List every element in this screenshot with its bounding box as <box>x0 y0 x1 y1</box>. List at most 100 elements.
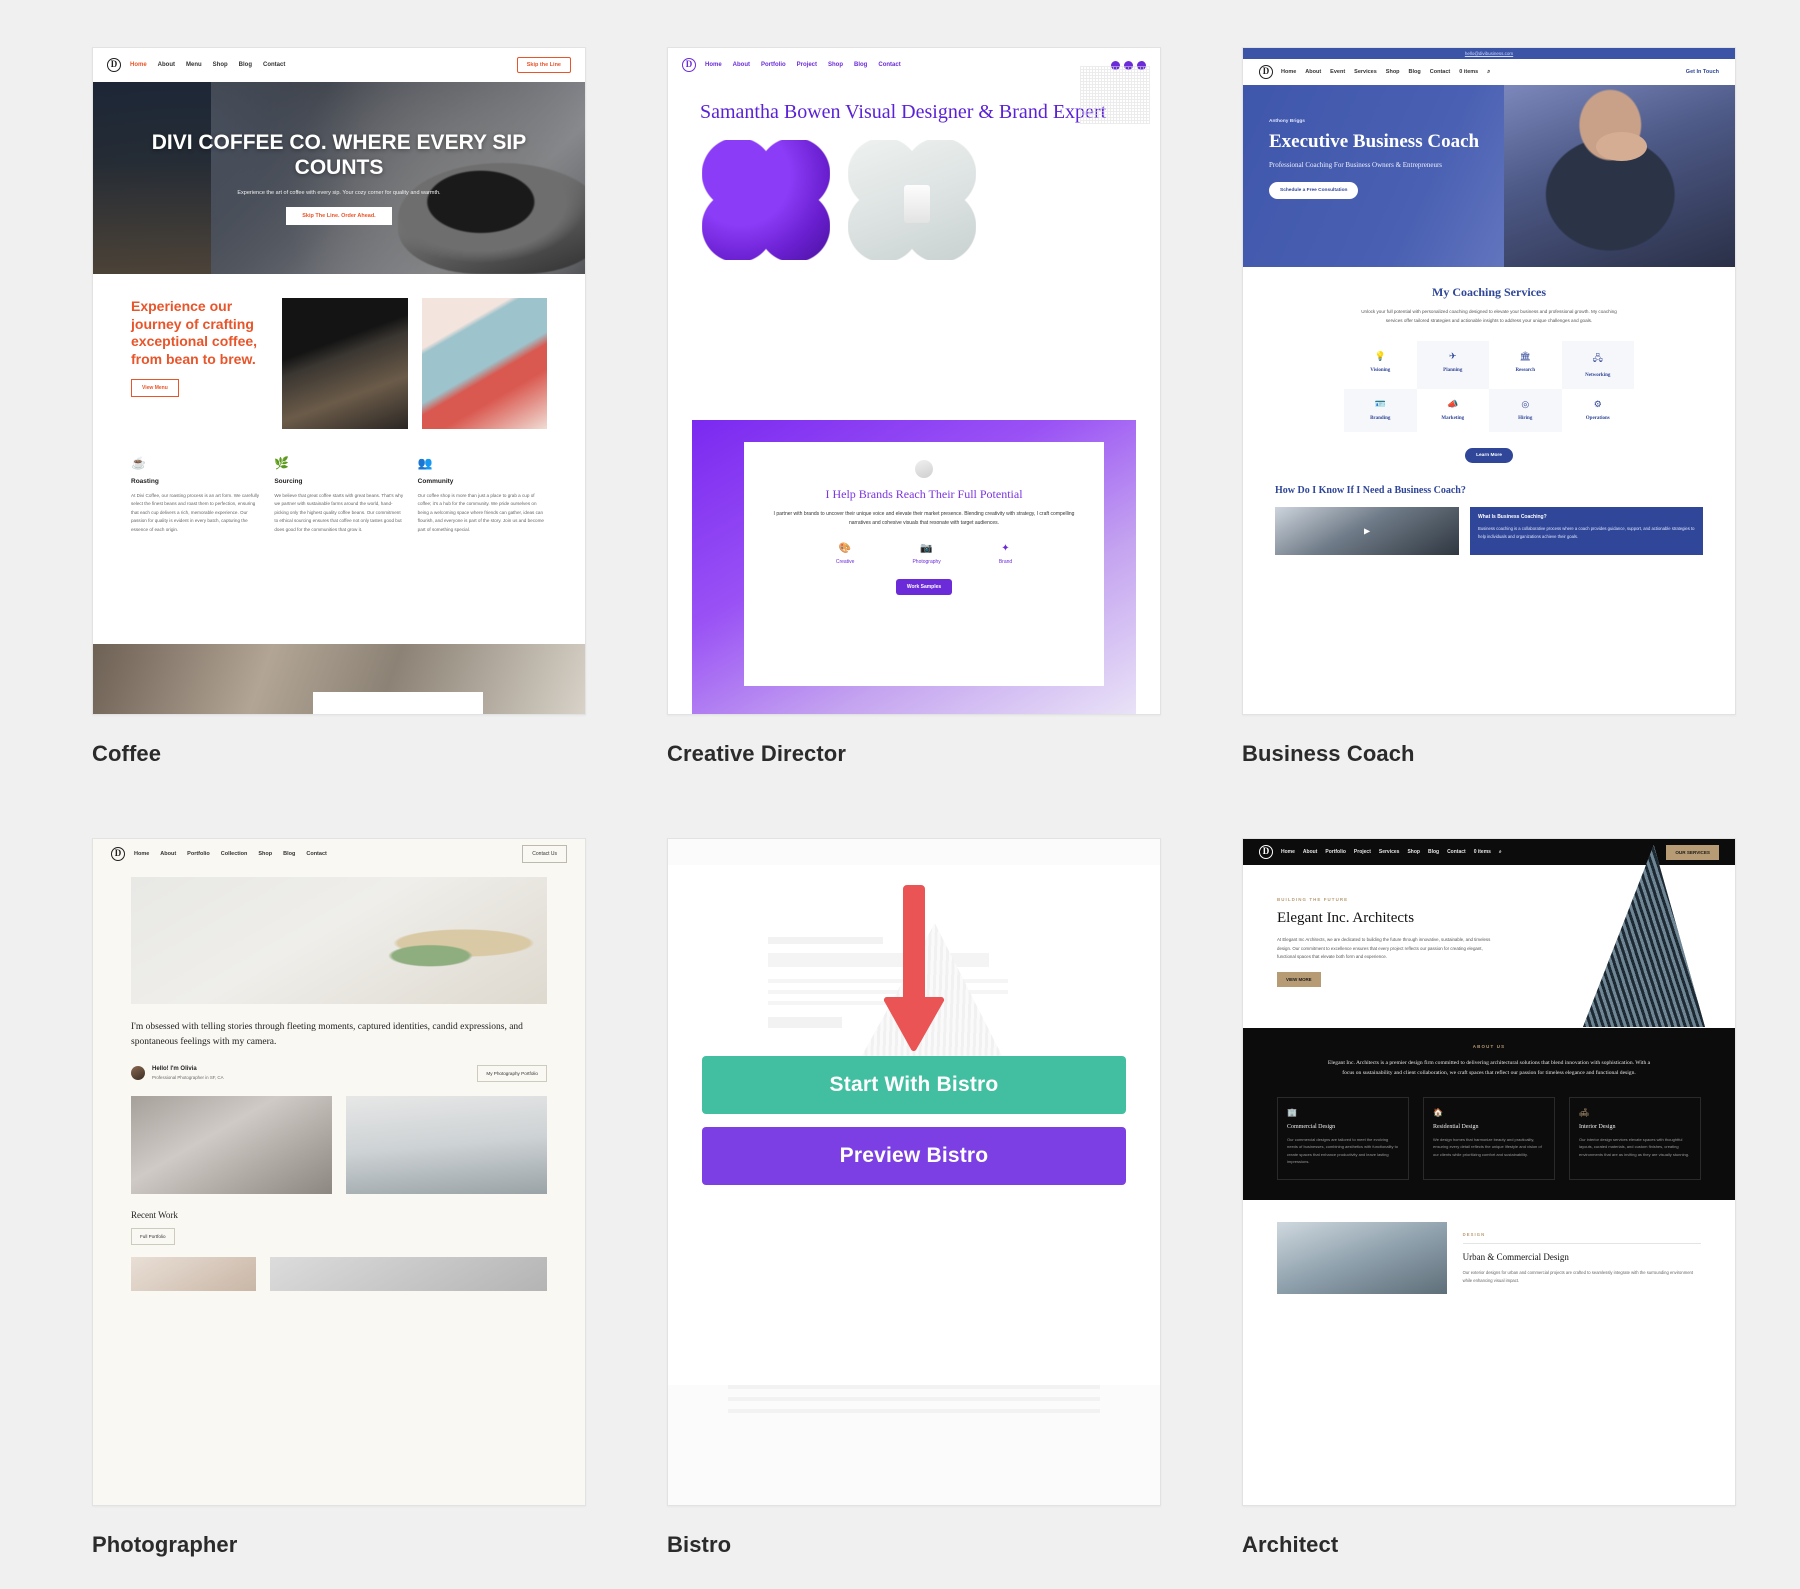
business-coach-preview-thumbnail[interactable]: hello@divibusiness.com D Home About Even… <box>1242 47 1736 715</box>
nav-link-menu[interactable]: Menu <box>186 62 202 68</box>
bc-tile-marketing[interactable]: 📣 Marketing <box>1417 389 1490 432</box>
nav-link-project[interactable]: Project <box>797 62 817 68</box>
nav-link-blog[interactable]: Blog <box>854 62 867 68</box>
bc-tile-networking[interactable]: 🖧 Networking <box>1561 341 1634 390</box>
nav-link-home[interactable]: Home <box>130 62 147 68</box>
ar-lower-text-block: DESIGN Urban & Commercial Design Our ext… <box>1462 1232 1701 1285</box>
nav-link-contact[interactable]: Contact <box>263 62 285 68</box>
nav-link-home[interactable]: Home <box>705 62 722 68</box>
nav-link-services[interactable]: Services <box>1379 849 1400 855</box>
coffee-pastry-image <box>421 298 548 429</box>
bistro-preview-thumbnail[interactable]: Start With Bistro Preview Bistro <box>667 838 1161 1506</box>
search-icon[interactable]: ⌕ <box>1487 69 1490 76</box>
template-card-photographer[interactable]: D Home About Portfolio Collection Shop B… <box>92 838 586 1558</box>
bc-topbar-email[interactable]: hello@divibusiness.com <box>1243 48 1735 59</box>
nav-link-shop[interactable]: Shop <box>828 62 843 68</box>
ar-about-eyebrow: ABOUT US <box>1472 1044 1506 1049</box>
bc-schedule-consultation-button[interactable]: Schedule a Free Consultation <box>1269 181 1359 199</box>
template-card-bistro[interactable]: Start With Bistro Preview Bistro Bistro <box>667 838 1161 1558</box>
ph-hero-image <box>131 877 547 1004</box>
bc-learn-more-button[interactable]: Learn More <box>1465 448 1513 464</box>
nav-link-shop[interactable]: Shop <box>1407 849 1420 855</box>
photographer-preview-thumbnail[interactable]: D Home About Portfolio Collection Shop B… <box>92 838 586 1506</box>
ar-hero-text: At Elegant Inc Architects, we are dedica… <box>1277 937 1491 960</box>
bc-faq-accordion-item[interactable]: What Is Business Coaching? Business coac… <box>1470 507 1703 556</box>
template-card-creative-director[interactable]: D Home About Portfolio Project Shop Blog… <box>667 47 1161 767</box>
nav-link-contact[interactable]: Contact <box>306 851 326 857</box>
start-with-bistro-button[interactable]: Start With Bistro <box>702 1056 1126 1114</box>
nav-link-contact[interactable]: Contact <box>878 62 900 68</box>
nav-link-event[interactable]: Event <box>1330 69 1345 76</box>
card-title-bistro: Bistro <box>667 1532 732 1557</box>
cd-work-samples-button[interactable]: Work Samples <box>895 578 953 595</box>
ar-card-interior-design[interactable]: 🛋 Interior Design Our interior design se… <box>1569 1096 1701 1181</box>
ph-full-portfolio-button[interactable]: Full Portfolio <box>131 1227 175 1245</box>
bc-tile-operations[interactable]: ⚙ Operations <box>1562 389 1635 432</box>
ph-portfolio-button[interactable]: My Photography Portfolio <box>477 1064 547 1082</box>
template-card-architect[interactable]: D Home About Portfolio Project Services … <box>1242 838 1736 1558</box>
coffee-preview-thumbnail[interactable]: D Home About Menu Shop Blog Contact Skip… <box>92 47 586 715</box>
nav-link-shop[interactable]: Shop <box>1386 69 1400 76</box>
ar-our-services-button[interactable]: OUR SERVICES <box>1666 844 1719 860</box>
bc-tile-visioning[interactable]: 💡 Visioning <box>1344 341 1417 389</box>
ar-card-text: Our interior design services elevate spa… <box>1579 1136 1690 1157</box>
nav-link-home[interactable]: Home <box>1281 849 1295 855</box>
nav-link-about[interactable]: About <box>733 62 750 68</box>
nav-link-about[interactable]: About <box>1303 849 1317 855</box>
cart-icon-label[interactable]: 0 items <box>1474 849 1491 855</box>
coffee-feature-sourcing: 🌿 Sourcing We believe that great coffee … <box>274 457 403 534</box>
nav-link-blog[interactable]: Blog <box>1428 849 1439 855</box>
coffee-nav-cta-button[interactable]: Skip the Line <box>516 57 571 73</box>
nav-link-portfolio[interactable]: Portfolio <box>1325 849 1346 855</box>
template-card-coffee[interactable]: D Home About Menu Shop Blog Contact Skip… <box>92 47 586 767</box>
nav-link-services[interactable]: Services <box>1354 69 1377 76</box>
nav-link-shop[interactable]: Shop <box>258 851 272 857</box>
ar-nav-links[interactable]: Home About Portfolio Project Services Sh… <box>1281 849 1502 855</box>
nav-link-collection[interactable]: Collection <box>221 851 248 857</box>
ar-hero: BUILDING THE FUTURE Elegant Inc. Archite… <box>1243 845 1735 1028</box>
bc-hero-content: Anthony Briggs Executive Business Coach … <box>1269 119 1535 199</box>
ar-card-commercial-design[interactable]: 🏢 Commercial Design Our commercial desig… <box>1277 1096 1409 1181</box>
nav-link-contact[interactable]: Contact <box>1430 69 1450 76</box>
nav-link-project[interactable]: Project <box>1354 849 1371 855</box>
coffee-feature-text: At Divi Coffee, our roasting process is … <box>131 493 259 532</box>
nav-link-home[interactable]: Home <box>134 851 149 857</box>
nav-link-contact[interactable]: Contact <box>1447 849 1466 855</box>
nav-link-about[interactable]: About <box>158 62 175 68</box>
nav-link-portfolio[interactable]: Portfolio <box>761 62 786 68</box>
ar-card-residential-design[interactable]: 🏠 Residential Design We design homes tha… <box>1423 1096 1555 1181</box>
coffee-nav-links[interactable]: Home About Menu Shop Blog Contact <box>130 62 285 68</box>
search-icon[interactable]: ⌕ <box>1499 849 1502 855</box>
ph-contact-us-button[interactable]: Contact Us <box>522 845 567 863</box>
bc-get-in-touch-button[interactable]: Get In Touch <box>1686 69 1719 75</box>
coffee-cup-icon: ☕ <box>131 456 146 470</box>
nav-link-about[interactable]: About <box>1305 69 1321 76</box>
bc-tile-research[interactable]: 🏛 Research <box>1489 341 1562 389</box>
coffee-intro-button[interactable]: View Menu <box>131 378 179 397</box>
bc-tile-hiring[interactable]: ◎ Hiring <box>1489 389 1562 433</box>
nav-link-blog[interactable]: Blog <box>1409 69 1421 76</box>
cd-nav-links[interactable]: Home About Portfolio Project Shop Blog C… <box>705 62 901 68</box>
down-arrow-icon <box>883 885 945 1052</box>
ph-nav-links[interactable]: Home About Portfolio Collection Shop Blo… <box>134 851 327 857</box>
architect-preview-thumbnail[interactable]: D Home About Portfolio Project Services … <box>1242 838 1736 1506</box>
bc-tile-branding[interactable]: 🪪 Branding <box>1344 389 1417 433</box>
creative-director-preview-thumbnail[interactable]: D Home About Portfolio Project Shop Blog… <box>667 47 1161 715</box>
cd-hero-shapes <box>668 126 1160 260</box>
cd-icon-label: Creative <box>835 558 855 565</box>
template-card-business-coach[interactable]: hello@divibusiness.com D Home About Even… <box>1242 47 1736 767</box>
cart-icon-label[interactable]: 0 items <box>1459 69 1478 76</box>
divider <box>1462 1242 1701 1244</box>
bc-tile-planning[interactable]: ✈ Planning <box>1416 341 1489 390</box>
nav-link-portfolio[interactable]: Portfolio <box>187 851 210 857</box>
coffee-hero-button[interactable]: Skip The Line. Order Ahead. <box>286 206 392 225</box>
nav-link-blog[interactable]: Blog <box>239 62 252 68</box>
nav-link-shop[interactable]: Shop <box>213 62 228 68</box>
nav-link-home[interactable]: Home <box>1281 69 1296 76</box>
ar-view-more-button[interactable]: VIEW MORE <box>1277 971 1321 987</box>
preview-bistro-button[interactable]: Preview Bistro <box>702 1127 1126 1185</box>
nav-link-about[interactable]: About <box>160 851 176 857</box>
bc-faq-video-thumbnail[interactable] <box>1275 507 1460 556</box>
bc-nav-links[interactable]: Home About Event Services Shop Blog Cont… <box>1281 69 1490 76</box>
nav-link-blog[interactable]: Blog <box>283 851 295 857</box>
